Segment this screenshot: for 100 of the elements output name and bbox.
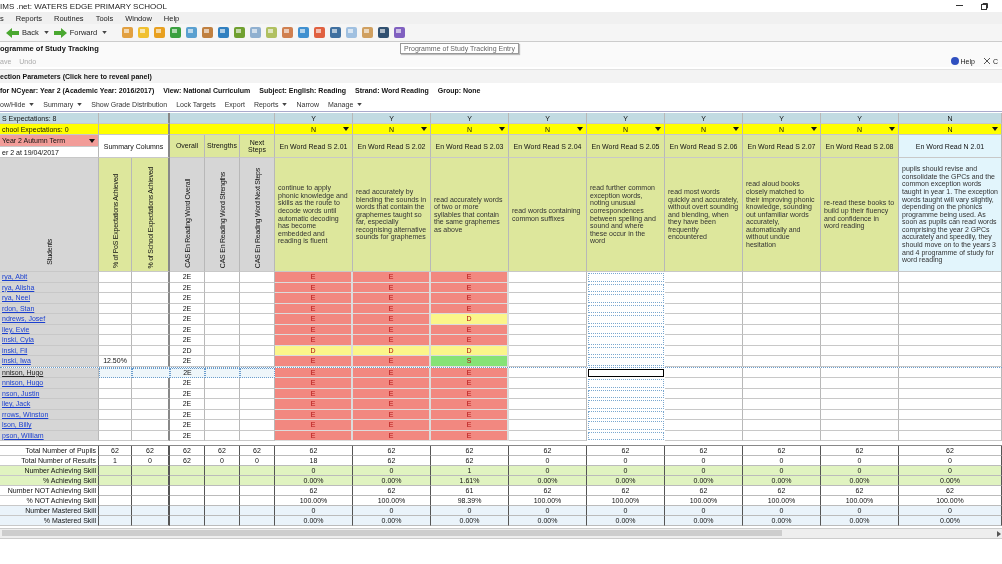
- grade-cell[interactable]: [743, 324, 821, 335]
- table-cell[interactable]: [132, 314, 170, 325]
- table-cell[interactable]: [99, 399, 132, 410]
- grade-cell[interactable]: [821, 399, 899, 410]
- table-cell[interactable]: [99, 324, 132, 335]
- table-cell[interactable]: [205, 367, 240, 378]
- grade-cell[interactable]: [509, 399, 587, 410]
- app-icon[interactable]: [377, 26, 391, 39]
- table-cell[interactable]: [99, 388, 132, 399]
- grade-cell[interactable]: [899, 420, 1002, 431]
- grade-cell[interactable]: [743, 303, 821, 314]
- table-cell[interactable]: [99, 420, 132, 431]
- grade-cell[interactable]: [665, 282, 743, 293]
- grade-cell[interactable]: [899, 314, 1002, 325]
- grade-cell[interactable]: [509, 293, 587, 304]
- grade-cell[interactable]: [509, 420, 587, 431]
- table-cell[interactable]: [205, 324, 240, 335]
- table-cell[interactable]: [240, 420, 275, 431]
- grade-cell[interactable]: [588, 431, 664, 440]
- grade-cell[interactable]: [821, 378, 899, 389]
- table-cell[interactable]: [205, 430, 240, 441]
- grade-cell[interactable]: [665, 314, 743, 325]
- table-cell[interactable]: [99, 335, 132, 346]
- grade-cell[interactable]: [899, 272, 1002, 283]
- grade-cell[interactable]: [665, 303, 743, 314]
- table-cell[interactable]: [99, 367, 132, 378]
- grade-cell[interactable]: [743, 430, 821, 441]
- table-cell[interactable]: [99, 378, 132, 389]
- grade-cell[interactable]: [821, 388, 899, 399]
- grade-cell[interactable]: [821, 314, 899, 325]
- grade-cell[interactable]: [743, 282, 821, 293]
- table-cell[interactable]: [205, 282, 240, 293]
- grade-cell[interactable]: [588, 346, 664, 355]
- table-cell[interactable]: [240, 335, 275, 346]
- grade-cell[interactable]: [743, 378, 821, 389]
- app-icon[interactable]: [329, 26, 343, 39]
- table-cell[interactable]: [240, 430, 275, 441]
- table-cell[interactable]: [99, 409, 132, 420]
- grade-cell[interactable]: [899, 293, 1002, 304]
- grade-cell[interactable]: [821, 367, 899, 378]
- table-cell[interactable]: [205, 345, 240, 356]
- grade-cell[interactable]: [665, 367, 743, 378]
- grade-cell[interactable]: [743, 420, 821, 431]
- grade-cell[interactable]: [743, 314, 821, 325]
- table-cell[interactable]: [240, 303, 275, 314]
- table-cell[interactable]: [240, 272, 275, 283]
- grade-cell[interactable]: [665, 356, 743, 367]
- grade-cell[interactable]: [821, 430, 899, 441]
- table-cell[interactable]: [132, 293, 170, 304]
- table-cell[interactable]: [240, 378, 275, 389]
- grade-cell[interactable]: [588, 379, 664, 388]
- table-cell[interactable]: [205, 399, 240, 410]
- grade-cell[interactable]: [821, 293, 899, 304]
- grade-cell[interactable]: [509, 409, 587, 420]
- grade-cell[interactable]: [665, 378, 743, 389]
- grade-cell[interactable]: [509, 345, 587, 356]
- table-cell[interactable]: [205, 420, 240, 431]
- table-cell[interactable]: [132, 335, 170, 346]
- minimize-icon[interactable]: [956, 5, 963, 7]
- table-cell[interactable]: [205, 335, 240, 346]
- app-icon[interactable]: [313, 26, 327, 39]
- table-cell[interactable]: [240, 324, 275, 335]
- grade-cell[interactable]: [665, 430, 743, 441]
- grade-cell[interactable]: [665, 420, 743, 431]
- grade-cell[interactable]: [509, 303, 587, 314]
- table-cell[interactable]: [205, 303, 240, 314]
- grade-cell[interactable]: [509, 335, 587, 346]
- table-cell[interactable]: [240, 388, 275, 399]
- grade-cell[interactable]: [588, 325, 664, 334]
- table-cell[interactable]: [240, 282, 275, 293]
- grade-cell[interactable]: [743, 409, 821, 420]
- grade-cell[interactable]: [899, 409, 1002, 420]
- grade-cell[interactable]: [665, 388, 743, 399]
- table-cell[interactable]: [205, 378, 240, 389]
- table-cell[interactable]: [240, 314, 275, 325]
- table-cell[interactable]: [132, 409, 170, 420]
- grade-cell[interactable]: [899, 388, 1002, 399]
- grade-cell[interactable]: [743, 367, 821, 378]
- table-cell[interactable]: [132, 303, 170, 314]
- grade-cell[interactable]: [899, 356, 1002, 367]
- table-cell[interactable]: [99, 345, 132, 356]
- table-cell[interactable]: [132, 345, 170, 356]
- scrollbar-thumb[interactable]: [2, 530, 782, 536]
- table-cell[interactable]: [240, 399, 275, 410]
- grade-cell[interactable]: [821, 324, 899, 335]
- table-cell[interactable]: [205, 293, 240, 304]
- grade-cell[interactable]: [743, 345, 821, 356]
- grade-cell[interactable]: [509, 378, 587, 389]
- grade-cell[interactable]: [509, 314, 587, 325]
- grade-cell[interactable]: [821, 282, 899, 293]
- grade-cell[interactable]: [665, 293, 743, 304]
- table-cell[interactable]: [132, 272, 170, 283]
- table-cell[interactable]: [205, 388, 240, 399]
- scroll-right-icon[interactable]: [996, 530, 1002, 537]
- grade-cell[interactable]: [665, 272, 743, 283]
- restore-icon[interactable]: [981, 2, 988, 10]
- table-cell[interactable]: [132, 282, 170, 293]
- grade-cell[interactable]: [899, 378, 1002, 389]
- grade-cell[interactable]: [899, 303, 1002, 314]
- table-cell[interactable]: [132, 378, 170, 389]
